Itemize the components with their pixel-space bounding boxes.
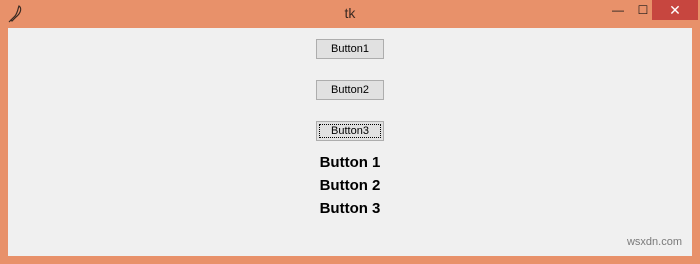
title-bar[interactable]: tk — ☐ ✕ [0, 0, 700, 28]
button-3[interactable]: Button3 [316, 121, 384, 141]
label-1: Button 1 [319, 154, 381, 171]
minimize-icon: — [612, 3, 624, 17]
maximize-icon: ☐ [637, 3, 649, 17]
window-title: tk [344, 5, 356, 21]
client-area: Button1 Button2 Button3 Button 1 Button … [8, 28, 692, 256]
app-window: tk — ☐ ✕ Button1 Button2 Button3 Button … [0, 0, 700, 264]
button-1-label: Button1 [331, 43, 369, 55]
close-button[interactable]: ✕ [652, 0, 698, 20]
close-icon: ✕ [669, 1, 681, 18]
label-2: Button 2 [319, 177, 381, 194]
button-2[interactable]: Button2 [316, 80, 384, 100]
button-1[interactable]: Button1 [316, 39, 384, 59]
focus-ring [319, 124, 381, 138]
button-2-label: Button2 [331, 84, 369, 96]
watermark: wsxdn.com [626, 236, 682, 248]
label-3: Button 3 [319, 200, 381, 217]
